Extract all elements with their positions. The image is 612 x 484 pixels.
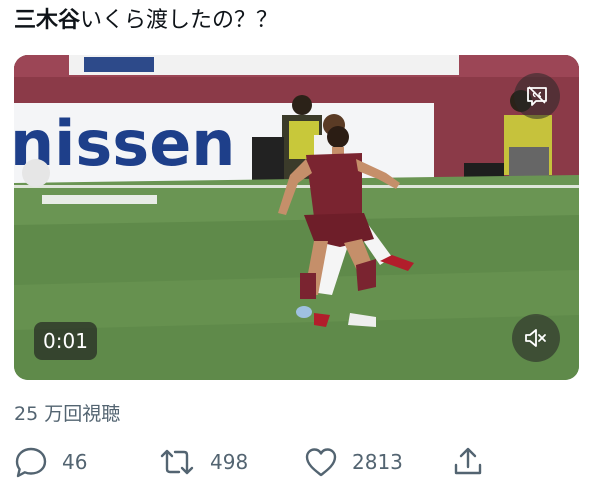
reply-button[interactable]: 46 xyxy=(14,444,87,480)
reply-icon xyxy=(15,447,47,478)
video-timestamp: 0:01 xyxy=(34,322,97,360)
like-button[interactable]: 2813 xyxy=(304,444,403,480)
share-button[interactable] xyxy=(452,444,484,480)
captions-button[interactable] xyxy=(514,73,560,119)
volume-muted-icon xyxy=(525,329,546,347)
retweet-count: 498 xyxy=(210,450,249,474)
tweet-text: 三木谷いくら渡したの？？ xyxy=(14,6,278,36)
tweet-text-highlight: 三木谷 xyxy=(14,8,81,33)
captions-icon xyxy=(527,86,547,106)
reply-count: 46 xyxy=(62,450,88,474)
view-count: 25 万回視聴 xyxy=(14,403,121,425)
retweet-button[interactable]: 498 xyxy=(158,444,248,480)
share-icon xyxy=(454,447,482,475)
video-player[interactable]: nissen 0:01 xyxy=(14,55,579,380)
mute-button[interactable] xyxy=(512,314,560,362)
tweet-text-rest: いくら渡したの？？ xyxy=(80,8,279,33)
like-count: 2813 xyxy=(352,450,403,474)
tweet-actions: 46 498 2813 xyxy=(0,440,612,484)
heart-icon xyxy=(305,448,337,477)
retweet-icon xyxy=(160,449,194,475)
video-frame: nissen xyxy=(14,55,579,380)
